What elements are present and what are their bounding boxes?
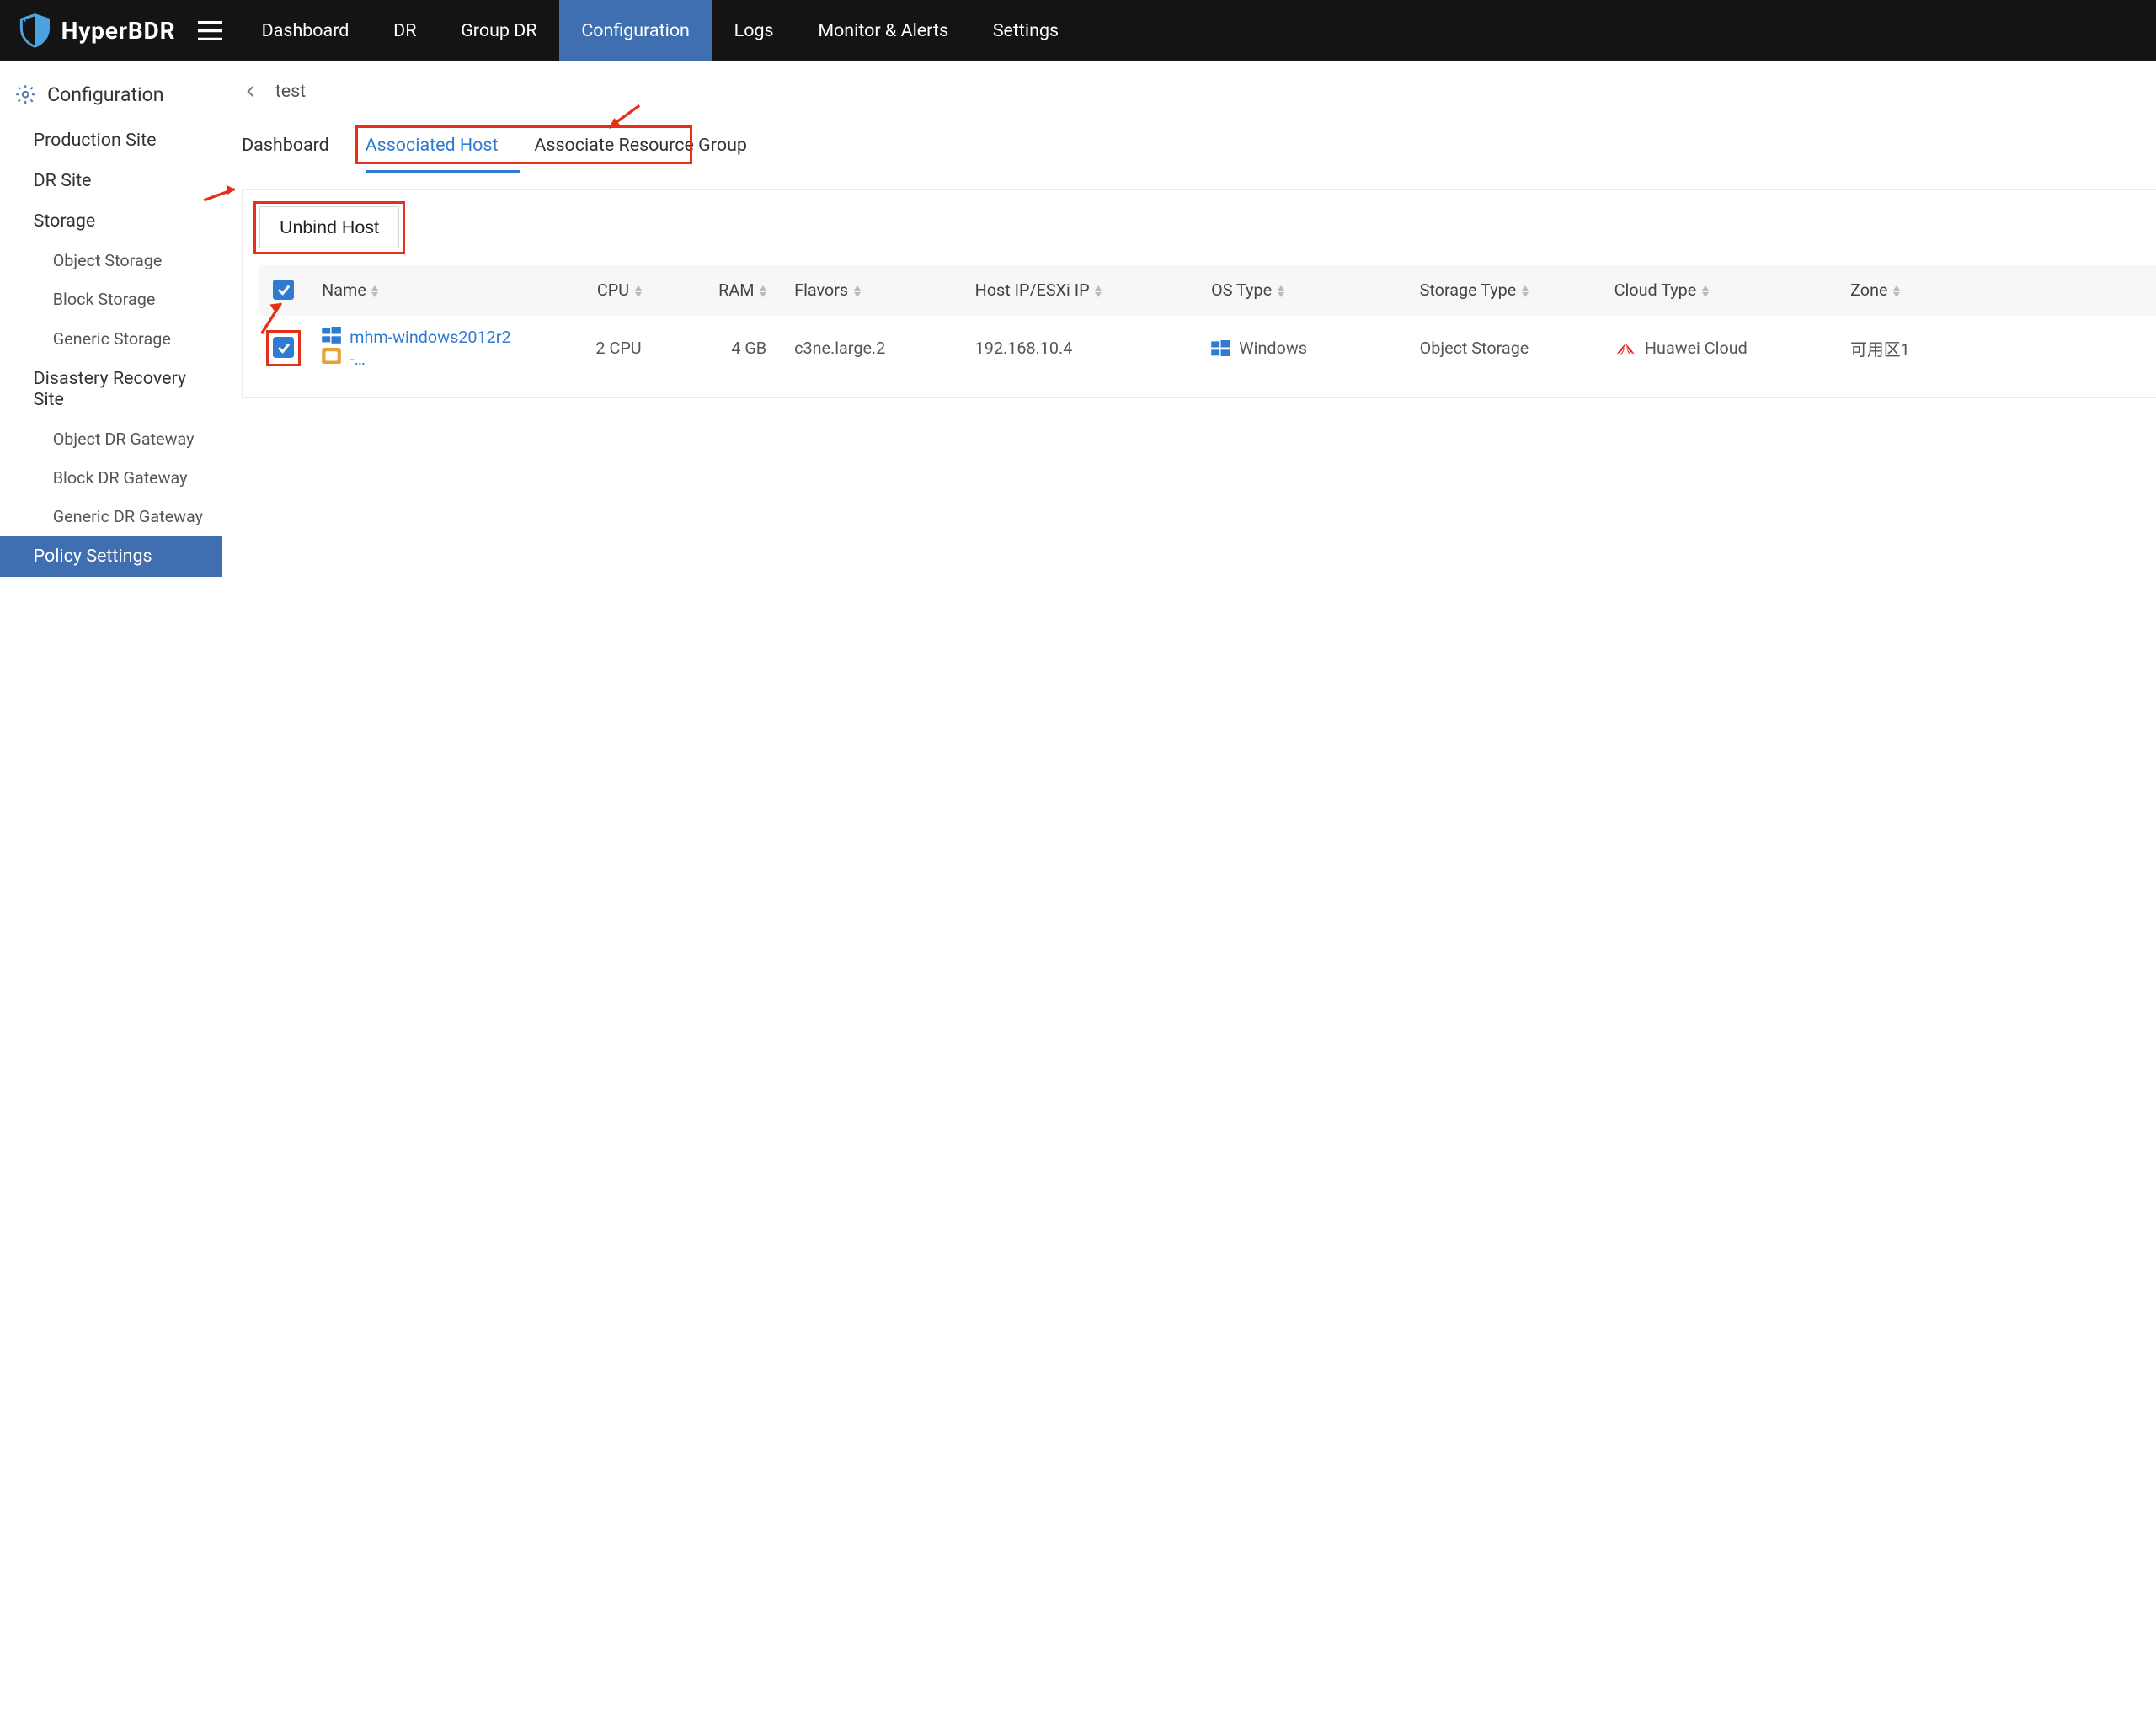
row-checkbox[interactable] xyxy=(273,337,294,358)
table-header-row: Name CPU RAM Flavors Host IP/ESXi IP OS … xyxy=(259,265,2156,315)
brand-name: HyperBDR xyxy=(61,17,176,45)
cell-flavors: c3ne.large.2 xyxy=(781,316,962,381)
cell-ram: 4 GB xyxy=(655,316,781,381)
brand-logo: HyperBDR xyxy=(17,13,176,49)
menu-toggle-icon[interactable] xyxy=(189,0,232,61)
nav-configuration[interactable]: Configuration xyxy=(559,0,712,61)
cell-cpu: 2 CPU xyxy=(531,316,656,381)
huawei-icon xyxy=(1614,340,1636,357)
windows-icon xyxy=(1211,340,1230,357)
nav-group-dr[interactable]: Group DR xyxy=(439,0,559,61)
cell-os-type: Windows xyxy=(1211,339,1392,358)
app-header: HyperBDR Dashboard DR Group DR Configura… xyxy=(0,0,2156,61)
top-nav: Dashboard DR Group DR Configuration Logs… xyxy=(239,0,1081,61)
host-name-link[interactable]: mhm-windows2012r2-… xyxy=(350,327,516,370)
select-all-checkbox[interactable] xyxy=(273,280,294,301)
sidebar-sub-block-dr-gw[interactable]: Block DR Gateway xyxy=(0,458,222,497)
col-name[interactable]: Name xyxy=(308,265,531,315)
nav-monitor-alerts[interactable]: Monitor & Alerts xyxy=(796,0,970,61)
nav-dashboard[interactable]: Dashboard xyxy=(239,0,371,61)
content-panel: Unbind Host xyxy=(242,189,2156,399)
table-row: mhm-windows2012r2-… 2 CPU 4 GB c3ne.larg… xyxy=(259,316,2156,381)
cell-host-ip: 192.168.10.4 xyxy=(961,316,1198,381)
sidebar-item-dr-recovery[interactable]: Disastery Recovery Site xyxy=(0,358,222,419)
tab-associate-resource-group[interactable]: Associate Resource Group xyxy=(534,124,769,173)
nav-settings[interactable]: Settings xyxy=(970,0,1081,61)
sidebar-sub-object-dr-gw[interactable]: Object DR Gateway xyxy=(0,419,222,458)
vmware-icon xyxy=(322,348,341,365)
cell-zone: 可用区1 xyxy=(1837,316,2156,381)
sidebar-item-dr-site[interactable]: DR Site xyxy=(0,161,222,201)
host-table: Name CPU RAM Flavors Host IP/ESXi IP OS … xyxy=(259,265,2156,381)
cell-storage-type: Object Storage xyxy=(1406,316,1600,381)
tab-bar: Dashboard Associated Host Associate Reso… xyxy=(242,124,2156,173)
sidebar-item-production-site[interactable]: Production Site xyxy=(0,120,222,160)
col-storage-type[interactable]: Storage Type xyxy=(1406,265,1600,315)
back-arrow-icon[interactable] xyxy=(242,82,261,101)
gear-icon xyxy=(14,83,36,105)
tab-dashboard[interactable]: Dashboard xyxy=(242,124,351,173)
sidebar-sub-object-storage[interactable]: Object Storage xyxy=(0,242,222,280)
tab-associated-host[interactable]: Associated Host xyxy=(366,124,520,173)
shield-icon xyxy=(17,13,53,49)
sidebar-item-storage[interactable]: Storage xyxy=(0,201,222,242)
sidebar: Configuration Production Site DR Site St… xyxy=(0,61,222,1723)
breadcrumb: test xyxy=(222,61,2156,104)
col-cloud-type[interactable]: Cloud Type xyxy=(1600,265,1837,315)
sidebar-sub-generic-dr-gw[interactable]: Generic DR Gateway xyxy=(0,497,222,536)
nav-logs[interactable]: Logs xyxy=(712,0,796,61)
col-zone[interactable]: Zone xyxy=(1837,265,2156,315)
windows-icon xyxy=(322,327,341,344)
breadcrumb-label: test xyxy=(275,81,306,102)
sidebar-item-policy-settings[interactable]: Policy Settings xyxy=(0,536,222,576)
sidebar-title: Configuration xyxy=(0,75,222,120)
sidebar-sub-generic-storage[interactable]: Generic Storage xyxy=(0,319,222,358)
col-os-type[interactable]: OS Type xyxy=(1198,265,1406,315)
col-host-ip[interactable]: Host IP/ESXi IP xyxy=(961,265,1198,315)
nav-dr[interactable]: DR xyxy=(371,0,439,61)
unbind-host-button[interactable]: Unbind Host xyxy=(259,206,399,248)
col-cpu[interactable]: CPU xyxy=(531,265,656,315)
col-flavors[interactable]: Flavors xyxy=(781,265,962,315)
sidebar-sub-block-storage[interactable]: Block Storage xyxy=(0,280,222,319)
main-content: test Dashboard Associated Host Associate… xyxy=(222,61,2156,1723)
toolbar: Unbind Host xyxy=(243,190,2156,254)
col-ram[interactable]: RAM xyxy=(655,265,781,315)
cell-cloud-type: Huawei Cloud xyxy=(1614,339,1823,358)
